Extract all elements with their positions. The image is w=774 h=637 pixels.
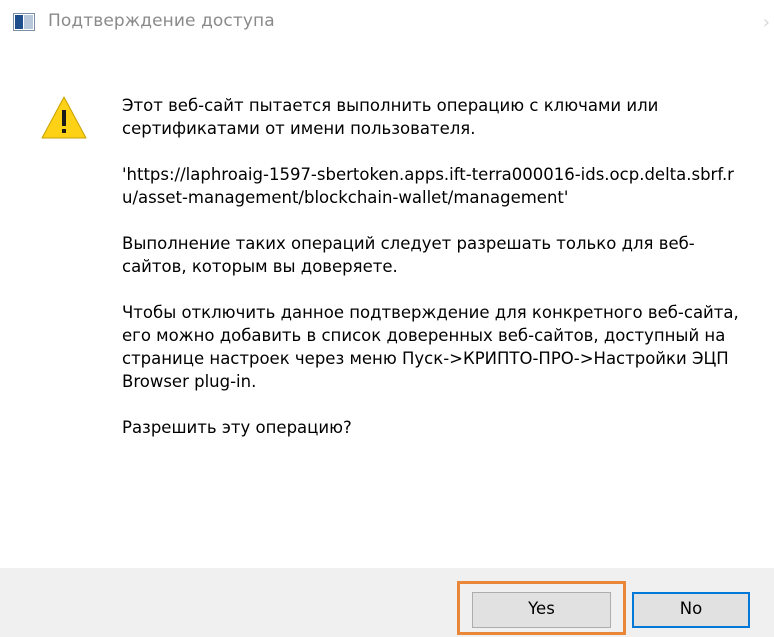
message-paragraph: Чтобы отключить данное подтверждение для… [122, 303, 739, 391]
no-button[interactable]: No [632, 592, 750, 628]
access-confirmation-dialog: Подтверждение доступа › Этот веб-сайт пы… [0, 0, 774, 637]
warning-icon [41, 96, 87, 139]
message-paragraph: Этот веб-сайт пытается выполнить операци… [122, 96, 659, 138]
chevron-right-icon: › [762, 12, 770, 33]
site-url: 'https://laphroaig-1597-sbertoken.apps.i… [122, 165, 734, 207]
yes-button[interactable]: Yes [472, 592, 611, 628]
app-window-icon [13, 13, 35, 31]
window-title: Подтверждение доступа [48, 11, 275, 31]
confirmation-question: Разрешить эту операцию? [122, 418, 352, 437]
title-bar: Подтверждение доступа › [0, 0, 774, 48]
message-text: Этот веб-сайт пытается выполнить операци… [122, 94, 747, 462]
message-paragraph: Выполнение таких операций следует разреш… [122, 234, 695, 276]
